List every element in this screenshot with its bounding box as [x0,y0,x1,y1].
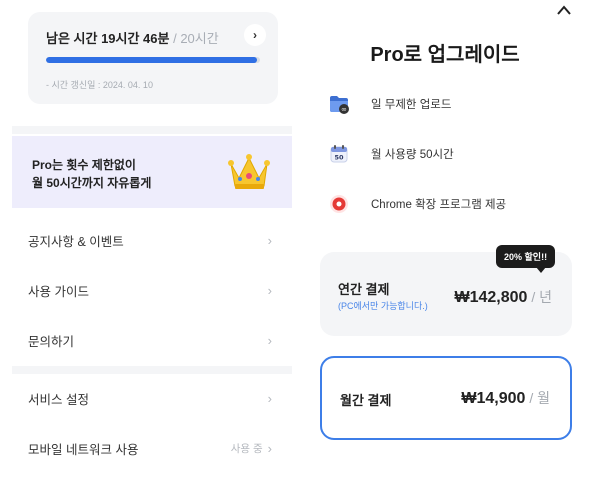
chevron-right-icon: › [267,440,272,456]
menu-label: 공지사항 & 이벤트 [28,234,124,249]
folder-infinity-icon: ∞ [330,96,349,114]
menu-notices-events[interactable]: 공지사항 & 이벤트 › [0,218,292,262]
promo-line-1: Pro는 횟수 제한없이 [32,158,136,172]
menu-label: 문의하기 [28,334,75,349]
menu-service-settings[interactable]: 서비스 설정 › [0,376,292,420]
usage-progress-fill [46,57,258,63]
feature-monthly-usage: 50 월 사용량 50시간 [328,142,454,166]
chevron-right-icon: › [253,28,257,42]
account-panel: 남은 시간 19시간 46분 / 20시간 › - 시간 갱신일 : 2024.… [0,0,292,500]
menu-label: 모바일 네트워크 사용 [28,442,139,457]
annual-plan-note: (PC에서만 가능합니다.) [338,301,428,311]
discount-badge: 20% 할인!! [496,245,556,273]
updated-date: - 시간 갱신일 : 2024. 04. 10 [46,80,153,90]
promo-line-2: 월 50시간까지 자유롭게 [32,176,152,190]
usage-card[interactable]: 남은 시간 19시간 46분 / 20시간 › - 시간 갱신일 : 2024.… [28,12,278,104]
chevron-right-icon: › [267,282,272,298]
chevron-right-icon: › [267,332,272,348]
remaining-time: 남은 시간 19시간 46분 / 20시간 [46,28,219,47]
total-time-label: / 20시간 [169,31,219,46]
menu-label: 사용 가이드 [28,284,89,299]
annual-price-value: ₩142,800 [454,289,528,306]
mobile-network-status: 사용 중 [230,442,263,455]
menu-contact[interactable]: 문의하기 › [0,318,292,362]
svg-text:∞: ∞ [341,106,347,114]
calendar-50-icon: 50 [330,145,348,163]
feature-label: Chrome 확장 프로그램 제공 [371,199,507,211]
feature-unlimited-upload: ∞ 일 무제한 업로드 [328,92,451,116]
crown-icon [228,154,270,189]
menu-user-guide[interactable]: 사용 가이드 › [0,268,292,312]
menu-label: 서비스 설정 [28,392,89,407]
feature-chrome-extension: Chrome 확장 프로그램 제공 [328,192,506,216]
remaining-time-label: 남은 시간 19시간 46분 [46,31,170,46]
annual-plan-label: 연간 결제 [338,282,390,297]
upgrade-panel: Pro로 업그레이드 ∞ 일 무제한 업로드 50 월 사용량 50시간 Chr… [300,0,600,500]
feature-label: 월 사용량 50시간 [371,149,454,161]
monthly-plan-price: ₩14,900 / 월 [461,388,550,408]
upgrade-title: Pro로 업그레이드 [370,44,520,66]
section-divider [12,366,292,374]
chrome-record-icon [330,195,348,213]
usage-progress-bar [46,57,260,63]
feature-label: 일 무제한 업로드 [371,99,452,111]
monthly-price-unit: / 월 [525,390,550,406]
section-divider [12,126,292,134]
chevron-right-icon: › [267,390,272,406]
svg-text:50: 50 [334,154,344,162]
annual-plan-price: ₩142,800 / 년 [455,287,553,307]
annual-price-unit: / 년 [527,289,552,305]
menu-mobile-network[interactable]: 모바일 네트워크 사용 사용 중 › [0,426,292,470]
chevron-up-icon[interactable] [556,4,572,16]
pro-promo-banner[interactable]: Pro는 횟수 제한없이 월 50시간까지 자유롭게 [12,136,292,208]
monthly-plan-label: 월간 결제 [340,393,392,408]
usage-detail-button[interactable]: › [244,24,266,46]
promo-text: Pro는 횟수 제한없이 월 50시간까지 자유롭게 [32,156,151,192]
chevron-right-icon: › [267,232,272,248]
monthly-plan-card[interactable]: 월간 결제 ₩14,900 / 월 [320,356,572,440]
monthly-price-value: ₩14,900 [461,390,526,407]
